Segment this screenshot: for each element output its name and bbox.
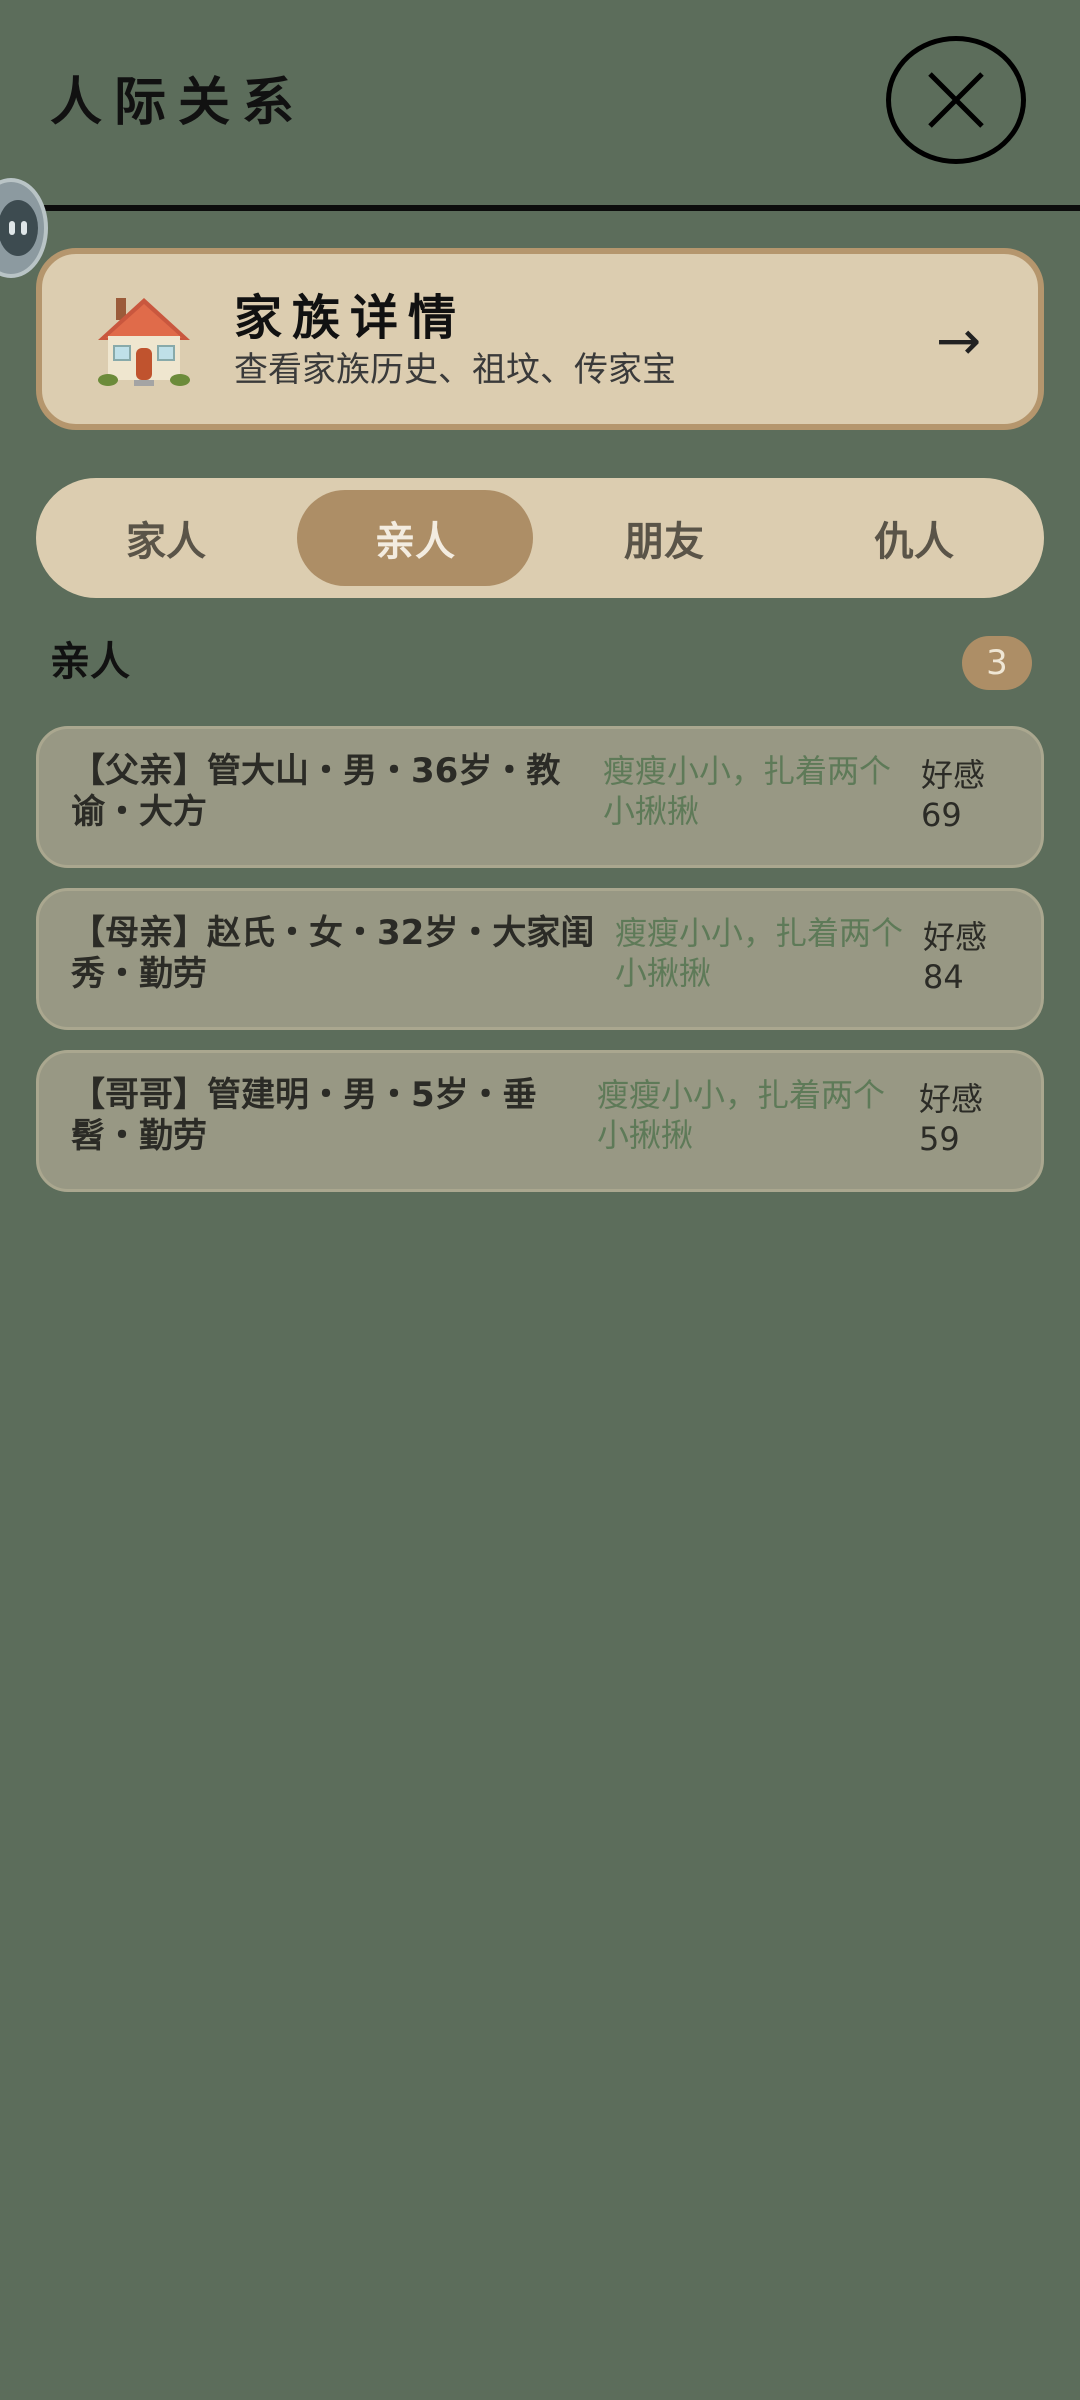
person-favor: 好感59 (919, 1080, 984, 1158)
assistant-eye (9, 221, 15, 235)
family-details-card[interactable]: 家族详情 查看家族历史、祖坟、传家宝 → (36, 248, 1044, 430)
relation-tabs: 家人 亲人 朋友 仇人 (36, 478, 1044, 598)
page-title: 人际关系 (50, 73, 307, 133)
family-card-title: 家族详情 (234, 290, 467, 346)
close-button[interactable] (886, 36, 1026, 164)
tab-enemies[interactable]: 仇人 (796, 490, 1032, 586)
assistant-eye (21, 221, 27, 235)
count-badge: 3 (962, 636, 1032, 690)
section-title: 亲人 (50, 639, 130, 685)
person-info: 【哥哥】管建明・男・5岁・垂髫・勤劳 (71, 1075, 537, 1156)
person-card[interactable]: 【哥哥】管建明・男・5岁・垂髫・勤劳 瘦瘦小小，扎着两个小揪揪 好感59 (36, 1050, 1044, 1192)
person-description: 瘦瘦小小，扎着两个小揪揪 (615, 914, 904, 992)
person-favor: 好感69 (921, 756, 986, 834)
close-icon (928, 72, 984, 128)
person-description: 瘦瘦小小，扎着两个小揪揪 (603, 752, 892, 830)
family-card-subtitle: 查看家族历史、祖坟、传家宝 (234, 350, 676, 390)
person-info: 【母亲】赵氏・女・32岁・大家闺秀・勤劳 (71, 913, 595, 994)
tab-relatives[interactable]: 亲人 (297, 490, 533, 586)
tab-friends[interactable]: 朋友 (546, 490, 782, 586)
header-divider (0, 205, 1080, 211)
tab-family[interactable]: 家人 (48, 490, 284, 586)
person-description: 瘦瘦小小，扎着两个小揪揪 (597, 1076, 886, 1154)
person-info: 【父亲】管大山・男・36岁・教谕・大方 (71, 751, 561, 832)
person-card[interactable]: 【父亲】管大山・男・36岁・教谕・大方 瘦瘦小小，扎着两个小揪揪 好感69 (36, 726, 1044, 868)
header: 人际关系 (0, 0, 1080, 212)
assistant-face-icon (0, 200, 38, 256)
person-favor: 好感84 (923, 918, 988, 996)
person-card[interactable]: 【母亲】赵氏・女・32岁・大家闺秀・勤劳 瘦瘦小小，扎着两个小揪揪 好感84 (36, 888, 1044, 1030)
arrow-right-icon: → (936, 309, 982, 372)
house-icon (98, 298, 190, 386)
